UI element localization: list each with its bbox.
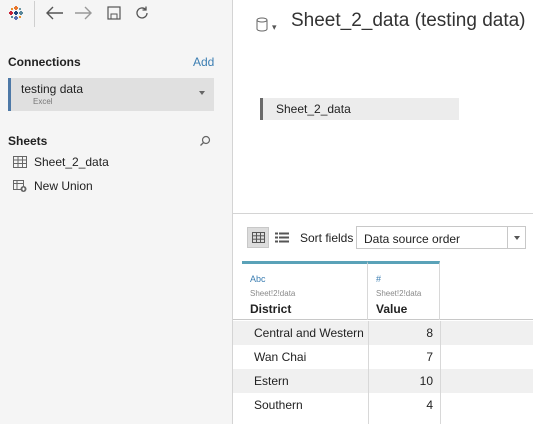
sheets-heading: Sheets bbox=[8, 134, 48, 148]
column-divider bbox=[440, 321, 441, 424]
data-source-page: Connections Add testing data Excel Sheet… bbox=[0, 0, 533, 424]
union-icon bbox=[13, 179, 27, 192]
database-icon bbox=[256, 17, 268, 32]
table-row[interactable]: Wan Chai 7 bbox=[233, 345, 533, 369]
sheet-label: New Union bbox=[34, 179, 93, 193]
arrow-right-icon bbox=[75, 6, 92, 20]
forward-button[interactable] bbox=[73, 3, 93, 23]
column-header-district[interactable]: Abc Sheet!2!data District bbox=[242, 261, 368, 320]
table-row[interactable]: Southern 4 bbox=[233, 393, 533, 417]
district-cell: Southern bbox=[254, 398, 303, 412]
search-icon[interactable] bbox=[199, 134, 211, 146]
page-title[interactable]: Sheet_2_data (testing data) bbox=[291, 10, 526, 32]
sheet-item-new-union[interactable]: New Union bbox=[13, 177, 93, 195]
grid-icon bbox=[251, 232, 265, 243]
value-cell: 7 bbox=[426, 350, 433, 364]
list-icon bbox=[275, 232, 289, 243]
chevron-down-icon[interactable] bbox=[199, 91, 205, 95]
chevron-down-icon[interactable]: ▾ bbox=[272, 22, 277, 33]
district-cell: Estern bbox=[254, 374, 289, 388]
arrow-left-icon bbox=[46, 6, 63, 20]
left-pane: Connections Add testing data Excel Sheet… bbox=[0, 0, 233, 424]
toolbar bbox=[0, 0, 233, 34]
grid-view-button[interactable] bbox=[247, 227, 269, 248]
district-cell: Central and Western bbox=[254, 326, 364, 340]
connections-heading: Connections bbox=[8, 55, 81, 69]
column-source: Sheet!2!data bbox=[376, 289, 422, 298]
toolbar-separator bbox=[34, 1, 35, 27]
number-type-icon[interactable]: # bbox=[376, 274, 381, 284]
back-button[interactable] bbox=[45, 3, 65, 23]
sort-fields-label: Sort fields bbox=[300, 231, 354, 245]
save-icon bbox=[107, 6, 121, 20]
sheet-item-sheet-2-data[interactable]: Sheet_2_data bbox=[13, 153, 109, 171]
refresh-icon bbox=[136, 6, 148, 19]
chevron-down-icon[interactable] bbox=[507, 227, 525, 248]
canvas-table-label: Sheet_2_data bbox=[276, 102, 351, 116]
connection-name: testing data bbox=[21, 82, 84, 96]
canvas-table[interactable]: Sheet_2_data bbox=[260, 98, 459, 120]
string-type-icon[interactable]: Abc bbox=[250, 274, 266, 284]
refresh-button[interactable] bbox=[132, 3, 152, 23]
column-divider bbox=[368, 321, 369, 424]
save-button[interactable] bbox=[104, 3, 124, 23]
district-cell: Wan Chai bbox=[254, 350, 307, 364]
value-cell: 4 bbox=[426, 398, 433, 412]
table-icon bbox=[13, 156, 27, 168]
column-name: Value bbox=[376, 302, 408, 316]
sort-fields-value: Data source order bbox=[364, 232, 461, 246]
value-cell: 8 bbox=[426, 326, 433, 340]
sort-fields-select[interactable]: Data source order bbox=[356, 226, 526, 249]
value-cell: 10 bbox=[419, 374, 433, 388]
connection-type: Excel bbox=[33, 97, 53, 106]
sheet-label: Sheet_2_data bbox=[34, 155, 109, 169]
column-name: District bbox=[250, 302, 292, 316]
data-grid: Central and Western 8 Wan Chai 7 Estern … bbox=[233, 321, 533, 417]
column-header-value[interactable]: # Sheet!2!data Value bbox=[368, 261, 440, 320]
divider bbox=[233, 213, 533, 214]
table-row[interactable]: Central and Western 8 bbox=[233, 321, 533, 345]
add-connection-link[interactable]: Add bbox=[193, 55, 214, 69]
table-row[interactable]: Estern 10 bbox=[233, 369, 533, 393]
connection-item[interactable]: testing data Excel bbox=[8, 78, 214, 111]
column-source: Sheet!2!data bbox=[250, 289, 296, 298]
list-view-button[interactable] bbox=[274, 230, 290, 245]
tableau-logo-icon[interactable] bbox=[9, 6, 23, 20]
